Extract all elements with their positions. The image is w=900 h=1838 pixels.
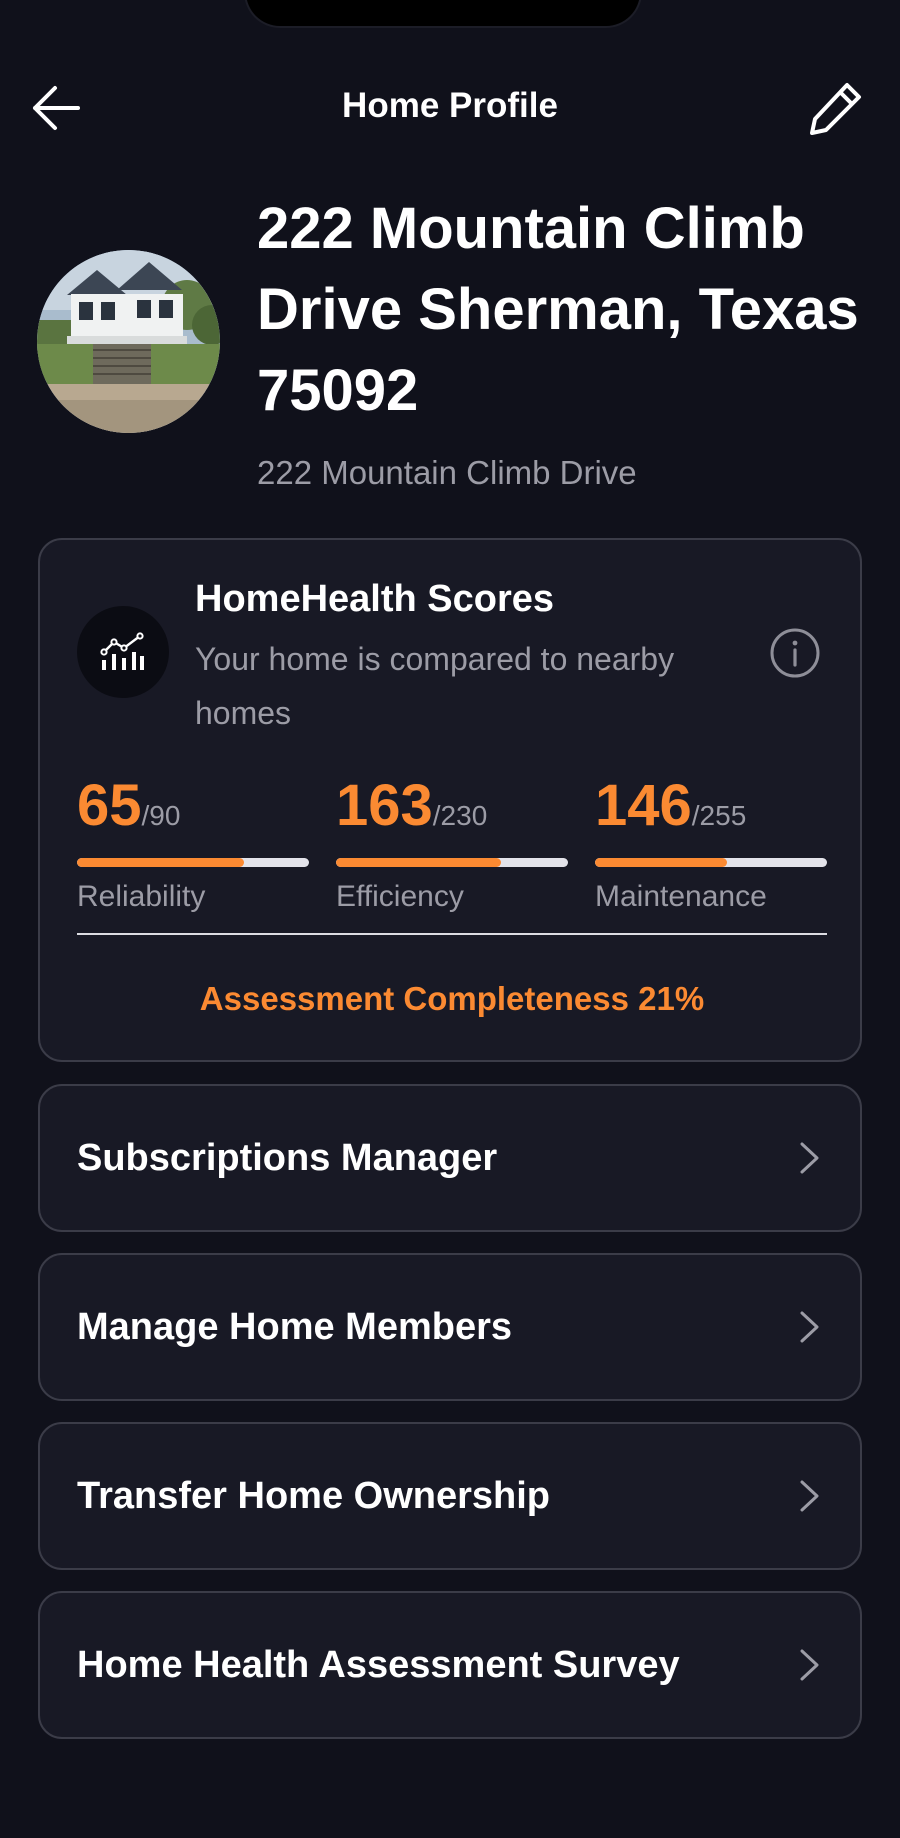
pencil-icon <box>810 83 861 135</box>
house-photo <box>37 250 220 433</box>
metric-value-group: 163/230 <box>336 772 487 839</box>
page-title: Home Profile <box>342 86 558 125</box>
menu-item-label: Manage Home Members <box>77 1306 513 1348</box>
metric-max: /255 <box>691 800 747 831</box>
device-notch <box>246 0 640 26</box>
divider <box>77 933 827 935</box>
card-title: HomeHealth Scores <box>195 578 555 620</box>
address-subtitle: 222 Mountain Climb Drive <box>257 454 637 491</box>
address-title: 222 Mountain Climb Drive Sherman, Texas … <box>257 196 859 423</box>
chevron-right-icon <box>788 1136 832 1180</box>
metric-max: /90 <box>141 800 181 831</box>
progress-fill <box>77 858 245 867</box>
progress-bar <box>595 858 827 867</box>
chart-icon-badge <box>77 606 169 698</box>
house-avatar[interactable] <box>37 250 220 433</box>
menu-item-label: Home Health Assessment Survey <box>77 1644 680 1686</box>
metric-label: Maintenance <box>595 880 767 913</box>
metric-label: Efficiency <box>336 880 464 913</box>
edit-button[interactable] <box>804 76 868 140</box>
metric-label: Reliability <box>77 880 206 913</box>
top-bar: Home Profile <box>0 70 900 144</box>
progress-fill <box>595 858 728 867</box>
menu-item-subscriptions-manager[interactable]: Subscriptions Manager <box>38 1084 862 1232</box>
progress-fill <box>336 858 501 867</box>
metric-max: /230 <box>432 800 488 831</box>
progress-bar <box>77 858 309 867</box>
card-subtitle: Your home is compared to nearby homes <box>195 641 675 731</box>
menu-item-label: Subscriptions Manager <box>77 1137 498 1179</box>
progress-bar <box>336 858 568 867</box>
assessment-completeness-link[interactable]: Assessment Completeness 21% <box>40 980 864 1018</box>
chart-line-icon <box>100 632 144 670</box>
chevron-right-icon <box>788 1305 832 1349</box>
metric-value-group: 65/90 <box>77 772 180 839</box>
menu-item-home-health-assessment-survey[interactable]: Home Health Assessment Survey <box>38 1591 862 1739</box>
metric-maintenance: 146/255 Maintenance <box>595 772 827 913</box>
metric-value-group: 146/255 <box>595 772 746 839</box>
metric-reliability: 65/90 Reliability <box>77 772 309 913</box>
metric-score: 163 <box>336 773 433 838</box>
chevron-right-icon <box>788 1643 832 1687</box>
info-icon <box>770 628 820 678</box>
chevron-right-icon <box>788 1474 832 1518</box>
menu-item-transfer-home-ownership[interactable]: Transfer Home Ownership <box>38 1422 862 1570</box>
menu-item-manage-home-members[interactable]: Manage Home Members <box>38 1253 862 1401</box>
metric-score: 65 <box>77 773 142 838</box>
menu-item-label: Transfer Home Ownership <box>77 1475 551 1517</box>
metric-efficiency: 163/230 Efficiency <box>336 772 568 913</box>
homehealth-scores-card: HomeHealth Scores Your home is compared … <box>38 538 862 1062</box>
info-button[interactable] <box>768 626 822 680</box>
metric-score: 146 <box>595 773 692 838</box>
